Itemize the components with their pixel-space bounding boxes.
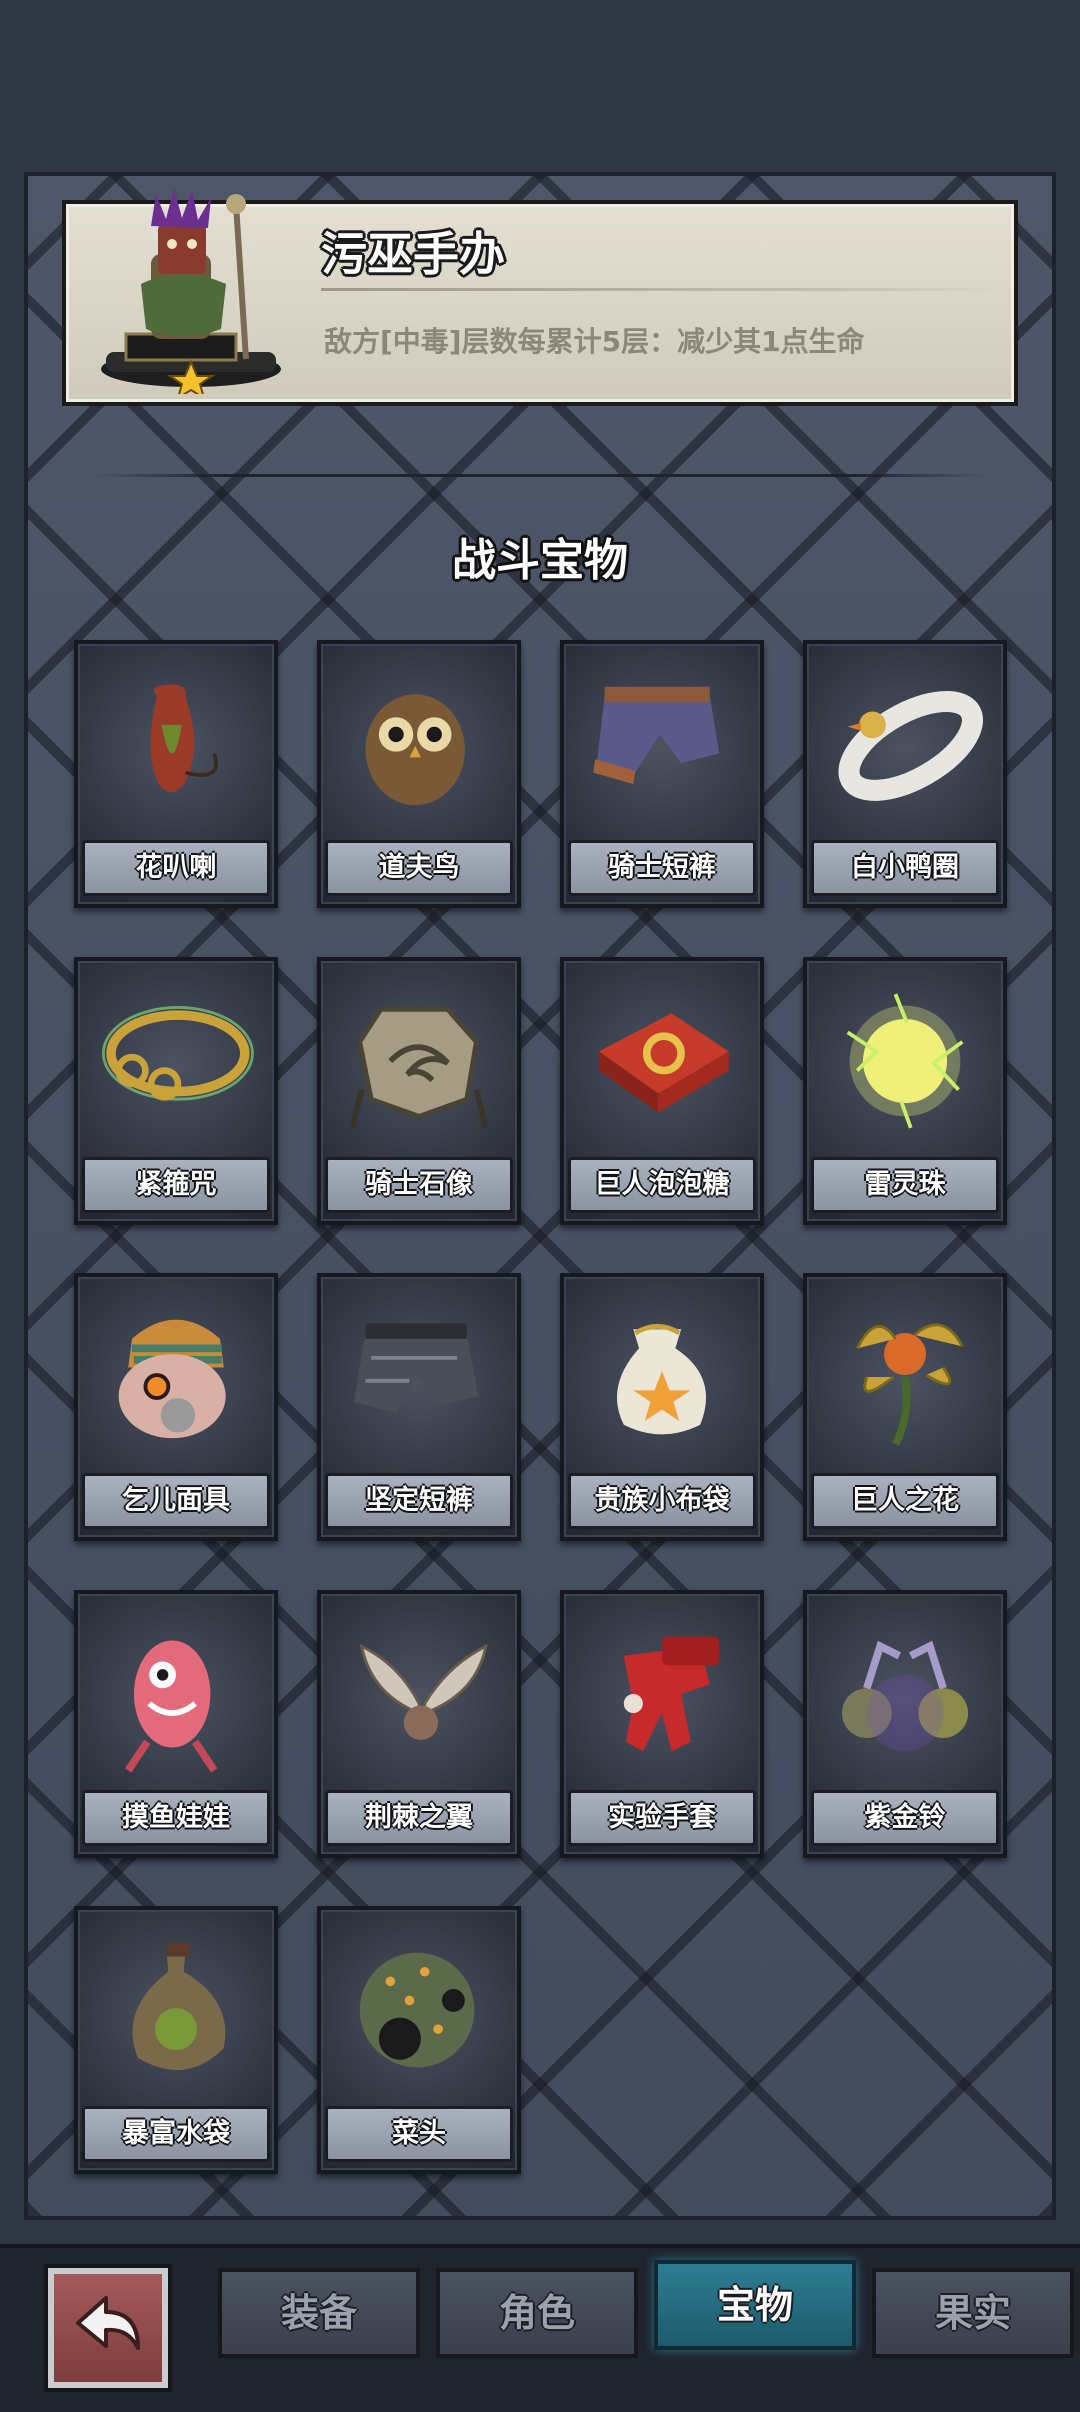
treasure-slot[interactable]: 贵族小布袋	[560, 1273, 764, 1541]
treasure-slot[interactable]: 菜头	[317, 1906, 521, 2174]
treasure-slot[interactable]: 骑士石像	[317, 957, 521, 1225]
spiky-ball-icon	[359, 1952, 475, 2068]
bottom-nav: 装备 角色 宝物 果实	[0, 2244, 1080, 2412]
treasure-slot[interactable]: 坚定短裤	[317, 1273, 521, 1541]
treasure-slot[interactable]: 暴富水袋	[74, 1906, 278, 2174]
treasure-slot[interactable]: 乞儿面具	[74, 1273, 278, 1541]
treasure-label: 雷灵珠	[811, 1157, 999, 1213]
treasure-slot[interactable]: 巨人泡泡糖	[560, 957, 764, 1225]
treasure-label: 骑士石像	[325, 1157, 513, 1213]
treasure-label: 贵族小布袋	[568, 1473, 756, 1529]
tab-fruits[interactable]: 果实	[872, 2268, 1074, 2358]
featured-item-title: 污巫手办	[321, 227, 505, 281]
treasure-label: 摸鱼娃娃	[82, 1790, 270, 1846]
treasure-slot[interactable]: 实验手套	[560, 1590, 764, 1858]
featured-item-card: 污巫手办 敌方[中毒]层数每累计5层：减少其1点生命	[62, 188, 1018, 406]
treasure-label: 紧箍咒	[82, 1157, 270, 1213]
thunder-orb-icon	[846, 993, 964, 1129]
treasure-label: 巨人泡泡糖	[568, 1157, 756, 1213]
knight-shorts-icon	[593, 686, 720, 785]
treasure-label: 骑士短裤	[568, 840, 756, 896]
treasure-slot[interactable]: 荆棘之翼	[317, 1590, 521, 1858]
beggar-mask-icon	[118, 1319, 226, 1439]
treasure-slot[interactable]: 白小鸭圈	[803, 640, 1007, 908]
treasure-screen: 污巫手办 敌方[中毒]层数每累计5层：减少其1点生命 战斗宝物 花叭喇 道夫鸟 骑士…	[0, 0, 1080, 2412]
treasure-slot[interactable]: 紫金铃	[803, 1590, 1007, 1858]
treasure-label: 道夫鸟	[325, 840, 513, 896]
purple-bells-icon	[841, 1640, 969, 1752]
tab-equipment[interactable]: 装备	[218, 2268, 420, 2358]
tab-treasures[interactable]: 宝物	[654, 2260, 856, 2350]
treasure-label: 紫金铃	[811, 1790, 999, 1846]
treasure-slot[interactable]: 骑士短裤	[560, 640, 764, 908]
treasure-slot[interactable]: 巨人之花	[803, 1273, 1007, 1541]
treasure-label: 荆棘之翼	[325, 1790, 513, 1846]
cloth-pouch-icon	[616, 1323, 707, 1435]
pitcher-plant-icon	[150, 684, 218, 793]
section-title: 战斗宝物	[452, 535, 628, 586]
section-divider	[95, 474, 985, 477]
water-pouch-icon	[132, 1943, 226, 2071]
treasure-slot[interactable]: 花叭喇	[74, 640, 278, 908]
treasure-slot[interactable]: 雷灵珠	[803, 957, 1007, 1225]
pink-doll-icon	[125, 1640, 218, 1773]
treasure-slot[interactable]: 道夫鸟	[317, 640, 521, 908]
treasure-label: 暴富水袋	[82, 2106, 270, 2162]
golden-headband-icon	[101, 1006, 254, 1101]
treasure-label: 花叭喇	[82, 840, 270, 896]
owl-icon	[365, 694, 465, 806]
treasure-label: 白小鸭圈	[811, 840, 999, 896]
return-arrow-icon	[76, 2296, 140, 2350]
card-divider	[321, 288, 1001, 291]
duck-ring-icon	[838, 690, 984, 801]
treasure-label: 菜头	[325, 2106, 513, 2162]
stone-emblem-icon	[349, 1007, 489, 1129]
giant-flower-icon	[855, 1323, 964, 1446]
treasure-label: 巨人之花	[811, 1473, 999, 1529]
red-glove-icon	[623, 1636, 720, 1752]
treasure-slot[interactable]: 紧箍咒	[74, 957, 278, 1225]
iron-shorts-icon	[354, 1323, 479, 1414]
treasure-label: 实验手套	[568, 1790, 756, 1846]
treasure-label: 坚定短裤	[325, 1473, 513, 1529]
back-button[interactable]	[48, 2268, 168, 2388]
tab-characters[interactable]: 角色	[436, 2268, 638, 2358]
witch-figurine-icon	[101, 188, 281, 394]
thorn-wings-icon	[359, 1643, 488, 1740]
gum-box-icon	[598, 1013, 729, 1113]
treasure-label: 乞儿面具	[82, 1473, 270, 1529]
featured-item-description: 敌方[中毒]层数每累计5层：减少其1点生命	[324, 325, 865, 358]
treasure-slot[interactable]: 摸鱼娃娃	[74, 1590, 278, 1858]
